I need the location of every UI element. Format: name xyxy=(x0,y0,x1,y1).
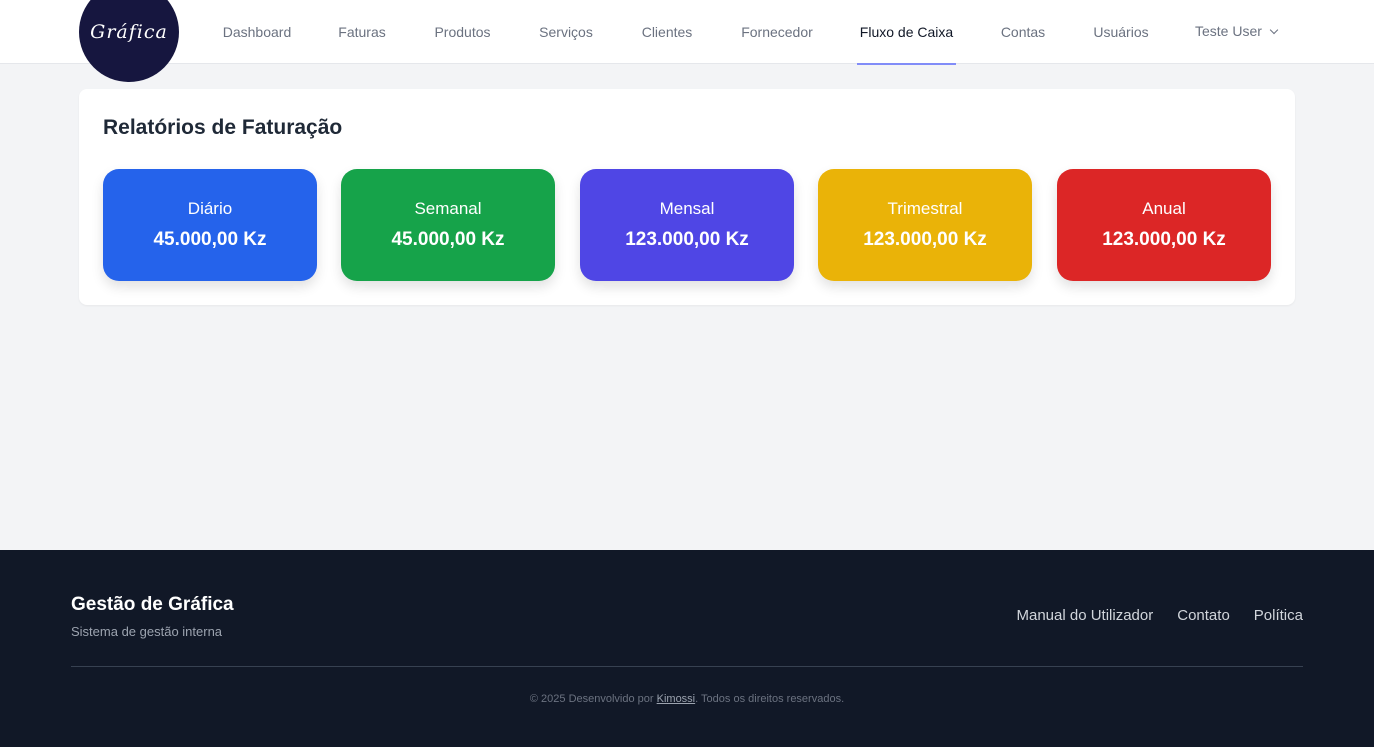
nav-item-clientes[interactable]: Clientes xyxy=(637,0,697,64)
footer-links: Manual do Utilizador Contato Política xyxy=(1017,607,1304,624)
footer-subtitle: Sistema de gestão interna xyxy=(71,624,223,639)
top-navbar: Gráfica Dashboard Faturas Produtos Servi… xyxy=(0,0,1374,82)
stat-card-trimestral: Trimestral 123.000,00 Kz xyxy=(818,169,1032,281)
stat-value: 45.000,00 Kz xyxy=(153,229,267,250)
stat-value: 123.000,00 Kz xyxy=(625,229,749,250)
copyright-prefix: © 2025 Desenvolvido por xyxy=(529,693,657,705)
stat-label: Anual xyxy=(1142,199,1186,218)
nav-item-produtos[interactable]: Produtos xyxy=(430,0,495,64)
footer-link-manual[interactable]: Manual do Utilizador xyxy=(1017,607,1154,624)
stat-label: Mensal xyxy=(659,199,715,218)
footer-link-politica[interactable]: Política xyxy=(1254,607,1303,624)
stat-label: Diário xyxy=(187,199,233,218)
nav-item-usuarios[interactable]: Usuários xyxy=(1090,0,1152,64)
footer-divider xyxy=(71,666,1303,667)
stat-card-diario: Diário 45.000,00 Kz xyxy=(103,169,317,281)
author-link[interactable]: Kimossi xyxy=(657,693,696,705)
page-title: Relatórios de Faturação xyxy=(103,116,343,139)
nav-item-dashboard[interactable]: Dashboard xyxy=(219,0,295,64)
stat-card-semanal: Semanal 45.000,00 Kz xyxy=(341,169,555,281)
copyright-text: © 2025 Desenvolvido por Kimossi. Todos o… xyxy=(0,693,1374,705)
billing-reports-panel: Relatórios de Faturação Diário 45.000,00… xyxy=(79,89,1295,305)
footer-link-contato[interactable]: Contato xyxy=(1177,607,1230,624)
stat-card-mensal: Mensal 123.000,00 Kz xyxy=(580,169,794,281)
nav-item-faturas[interactable]: Faturas xyxy=(335,0,389,64)
stat-label: Semanal xyxy=(414,199,482,218)
nav-item-servicos[interactable]: Serviços xyxy=(535,0,597,64)
footer-title: Gestão de Gráfica xyxy=(71,594,234,615)
main-nav: Dashboard Faturas Produtos Serviços Clie… xyxy=(0,0,1374,65)
user-menu-dropdown[interactable]: Teste User xyxy=(1195,0,1279,64)
stat-label: Trimestral xyxy=(887,199,963,218)
nav-item-fornecedor[interactable]: Fornecedor xyxy=(737,0,817,64)
nav-item-fluxo-de-caixa[interactable]: Fluxo de Caixa xyxy=(857,0,956,65)
chevron-down-icon xyxy=(1269,25,1279,34)
stat-value: 45.000,00 Kz xyxy=(391,229,505,250)
stat-value: 123.000,00 Kz xyxy=(863,229,987,250)
site-footer: Gestão de Gráfica Sistema de gestão inte… xyxy=(0,550,1374,747)
stat-value: 123.000,00 Kz xyxy=(1102,229,1226,250)
stat-card-anual: Anual 123.000,00 Kz xyxy=(1057,169,1271,281)
user-name: Teste User xyxy=(1195,23,1262,39)
nav-item-contas[interactable]: Contas xyxy=(996,0,1050,64)
copyright-suffix: . Todos os direitos reservados. xyxy=(695,693,845,705)
